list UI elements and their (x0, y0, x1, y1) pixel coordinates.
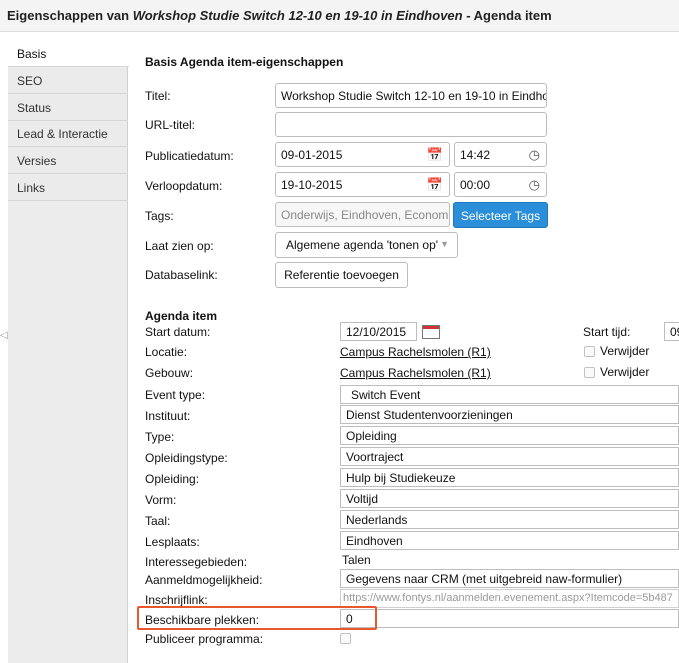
publicatiedatum-label: Publicatiedatum: (145, 149, 234, 163)
publicatiedatum-time-input[interactable]: 14:42 ◷ (454, 142, 547, 167)
opleiding-select[interactable]: Hulp bij Studiekeuze (340, 468, 679, 487)
aanmeldmogelijkheid-label: Aanmeldmogelijkheid: (145, 573, 263, 587)
title-prefix: Eigenschappen van (7, 8, 133, 23)
laat-zien-op-value: Algemene agenda 'tonen op' (286, 238, 439, 252)
gebouw-link[interactable]: Campus Rachelsmolen (R1) (340, 366, 491, 380)
interessegebieden-label: Interessegebieden: (145, 555, 248, 569)
gebouw-label: Gebouw: (145, 366, 194, 380)
chevron-down-icon: ▼ (440, 239, 449, 249)
aanmeldmogelijkheid-select[interactable]: Gegevens naar CRM (met uitgebreid naw-fo… (340, 569, 679, 588)
inschrijflink-input[interactable]: https://www.fontys.nl/aanmelden.evenemen… (340, 589, 679, 608)
resize-handle-icon[interactable]: ◁ (0, 330, 8, 341)
basis-heading: Basis Agenda item-eigenschappen (145, 55, 344, 69)
sidebar-item-status[interactable]: Status (8, 94, 128, 121)
verloopdatum-label: Verloopdatum: (145, 179, 223, 193)
locatie-verwijder-label: Verwijder (600, 344, 650, 358)
title-item-name: Workshop Studie Switch 12-10 en 19-10 in… (132, 8, 463, 23)
locatie-link[interactable]: Campus Rachelsmolen (R1) (340, 345, 491, 359)
laat-zien-op-label: Laat zien op: (145, 239, 214, 253)
instituut-select[interactable]: Dienst Studentenvoorzieningen (340, 405, 679, 424)
opleidingstype-select[interactable]: Voortraject (340, 447, 679, 466)
referentie-toevoegen-button[interactable]: Referentie toevoegen (275, 262, 408, 288)
sidebar-filler (8, 201, 128, 663)
gebouw-verwijder-checkbox[interactable] (584, 367, 595, 378)
sidebar-tabs: Basis SEO Status Lead & Interactie Versi… (8, 40, 129, 201)
vorm-select[interactable]: Voltijd (340, 489, 679, 508)
locatie-verwijder-checkbox[interactable] (584, 346, 595, 357)
type-label: Type: (145, 430, 175, 444)
taal-select[interactable]: Nederlands (340, 510, 679, 529)
type-select[interactable]: Opleiding (340, 426, 679, 445)
url-titel-input[interactable] (275, 112, 547, 137)
tags-label: Tags: (145, 209, 174, 223)
clock-icon[interactable]: ◷ (529, 147, 540, 163)
verloopdatum-time-value: 00:00 (460, 178, 491, 192)
publicatiedatum-date-input[interactable]: 09-01-2015 📅 (275, 142, 450, 167)
laat-zien-op-select[interactable]: Algemene agenda 'tonen op' ▼ (275, 232, 458, 258)
sidebar-item-versies[interactable]: Versies (8, 147, 128, 174)
publicatiedatum-date-value: 09-01-2015 (281, 148, 343, 162)
start-datum-label: Start datum: (145, 325, 211, 339)
window-title: Eigenschappen van Workshop Studie Switch… (7, 8, 552, 23)
clock-icon[interactable]: ◷ (529, 177, 540, 193)
titel-label: Titel: (145, 89, 171, 103)
start-tijd-label: Start tijd: (583, 325, 631, 339)
publiceer-programma-checkbox[interactable] (340, 633, 351, 644)
opleiding-label: Opleiding: (145, 472, 200, 486)
calendar-picker-icon[interactable] (422, 325, 440, 339)
calendar-icon[interactable]: 📅 (427, 177, 443, 193)
event-type-label: Event type: (145, 388, 206, 402)
lesplaats-label: Lesplaats: (145, 535, 200, 549)
lesplaats-select[interactable]: Eindhoven (340, 531, 679, 550)
opleidingstype-label: Opleidingstype: (145, 451, 228, 465)
event-type-select[interactable]: Switch Event (340, 385, 679, 404)
highlight-box (137, 606, 377, 630)
sidebar-item-links[interactable]: Links (8, 174, 128, 201)
title-suffix: - Agenda item (462, 8, 552, 23)
interessegebieden-value: Talen (342, 553, 371, 567)
databaselink-label: Databaselink: (145, 268, 218, 282)
agenda-heading: Agenda item (145, 309, 218, 323)
publiceer-programma-label: Publiceer programma: (145, 632, 264, 646)
gebouw-verwijder-label: Verwijder (600, 365, 650, 379)
locatie-label: Locatie: (145, 345, 188, 359)
instituut-label: Instituut: (145, 409, 191, 423)
start-datum-input[interactable]: 12/10/2015 (340, 322, 417, 341)
inschrijflink-label: Inschrijflink: (145, 593, 208, 607)
vorm-label: Vorm: (145, 493, 177, 507)
publicatiedatum-time-value: 14:42 (460, 148, 491, 162)
selecteer-tags-button[interactable]: Selecteer Tags (453, 202, 548, 228)
titel-input[interactable]: Workshop Studie Switch 12-10 en 19-10 in… (275, 83, 547, 108)
verloopdatum-date-value: 19-10-2015 (281, 178, 343, 192)
verloopdatum-time-input[interactable]: 00:00 ◷ (454, 172, 547, 197)
tags-input: Onderwijs, Eindhoven, Economie (275, 202, 450, 227)
window-titlebar: Eigenschappen van Workshop Studie Switch… (0, 0, 679, 32)
sidebar-item-basis[interactable]: Basis (8, 40, 129, 67)
verloopdatum-date-input[interactable]: 19-10-2015 📅 (275, 172, 450, 197)
sidebar-item-lead-interactie[interactable]: Lead & Interactie (8, 120, 128, 147)
calendar-icon[interactable]: 📅 (427, 147, 443, 163)
beschikbare-plekken-input[interactable]: 0 (340, 609, 679, 628)
url-titel-label: URL-titel: (145, 118, 196, 132)
start-tijd-input[interactable]: 09 (664, 322, 679, 341)
taal-label: Taal: (145, 514, 171, 528)
sidebar-item-seo[interactable]: SEO (8, 67, 128, 94)
